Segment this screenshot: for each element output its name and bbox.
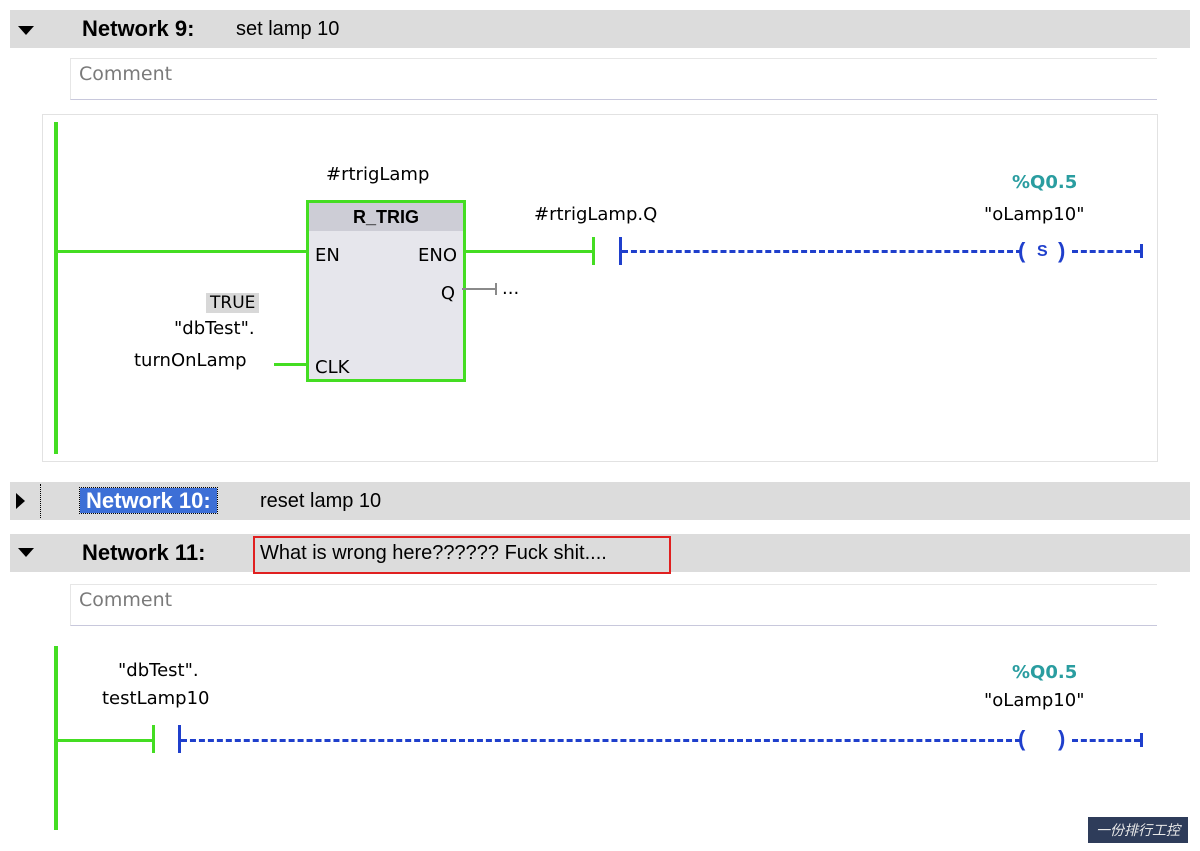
coil-right-paren[interactable]: ) (1058, 238, 1065, 264)
network-10-title-selected[interactable]: Network 10: (79, 487, 218, 514)
coil-address: %Q0.5 (1012, 172, 1078, 193)
coil-to-end-wire (1072, 250, 1140, 253)
clk-value: TRUE (206, 293, 260, 313)
clk-operand-line1[interactable]: "dbTest". (174, 318, 255, 339)
network-11-comment[interactable]: Comment (70, 584, 1157, 626)
q-output-end (495, 283, 497, 295)
coil-to-end-wire (1072, 739, 1140, 742)
clk-wire (274, 363, 306, 366)
network-9-ladder-area[interactable] (42, 114, 1158, 462)
network-10-description[interactable]: reset lamp 10 (260, 490, 381, 513)
pin-en: EN (315, 245, 340, 266)
clk-operand-line2[interactable]: turnOnLamp (134, 350, 247, 371)
network-10-title[interactable]: Network 10: (79, 487, 218, 514)
contact-operand[interactable]: #rtrigLamp.Q (534, 204, 657, 225)
network-9-description[interactable]: set lamp 10 (236, 18, 339, 41)
rung-end-bar (1140, 244, 1143, 258)
coil-left-paren[interactable]: ( (1018, 238, 1025, 264)
rail-to-contact-wire (58, 739, 154, 742)
en-wire (58, 250, 306, 253)
coil-right-paren[interactable]: ) (1058, 726, 1065, 752)
selection-focus-box (40, 484, 45, 518)
coil-operand[interactable]: "oLamp10" (984, 204, 1085, 225)
eno-wire (463, 250, 593, 253)
network-9-header[interactable]: Network 9: set lamp 10 (10, 10, 1190, 48)
collapse-toggle-icon[interactable] (18, 26, 34, 35)
network-10-header[interactable]: Network 10: reset lamp 10 (10, 482, 1190, 520)
coil-left-paren[interactable]: ( (1018, 726, 1025, 752)
q-output-wire (462, 288, 496, 290)
coil-address: %Q0.5 (1012, 662, 1078, 683)
network-9-power-rail (54, 122, 58, 454)
contact-operand-line1[interactable]: "dbTest". (118, 660, 199, 681)
network-9-comment[interactable]: Comment (70, 58, 1157, 100)
watermark-logo: 一份排行工控 (1088, 817, 1188, 843)
pin-q: Q (440, 283, 455, 304)
annotation-highlight-box (253, 536, 671, 574)
fb-instance-name[interactable]: #rtrigLamp (326, 164, 429, 185)
expand-toggle-icon[interactable] (16, 493, 25, 509)
coil-type: S (1037, 243, 1048, 260)
contact-left-bar (592, 237, 595, 265)
fb-type: R_TRIG (309, 203, 463, 231)
contact-operand-line2[interactable]: testLamp10 (102, 688, 210, 709)
collapse-toggle-icon[interactable] (18, 548, 34, 557)
pin-clk: CLK (315, 357, 350, 378)
rung-end-bar (1140, 733, 1143, 747)
contact-left-bar (152, 725, 155, 753)
comment-placeholder: Comment (79, 63, 173, 85)
pin-eno: ENO (417, 245, 457, 266)
q-output-placeholder[interactable]: ... (502, 278, 519, 299)
network-11-power-rail (54, 646, 58, 830)
coil-operand[interactable]: "oLamp10" (984, 690, 1085, 711)
network-9-title: Network 9: (82, 16, 195, 41)
contact-to-coil-wire (622, 250, 1022, 253)
r-trig-block[interactable]: R_TRIG EN ENO Q CLK (306, 200, 466, 382)
comment-placeholder: Comment (79, 589, 173, 611)
network-11-title: Network 11: (82, 540, 206, 565)
contact-to-coil-wire (181, 739, 1021, 742)
